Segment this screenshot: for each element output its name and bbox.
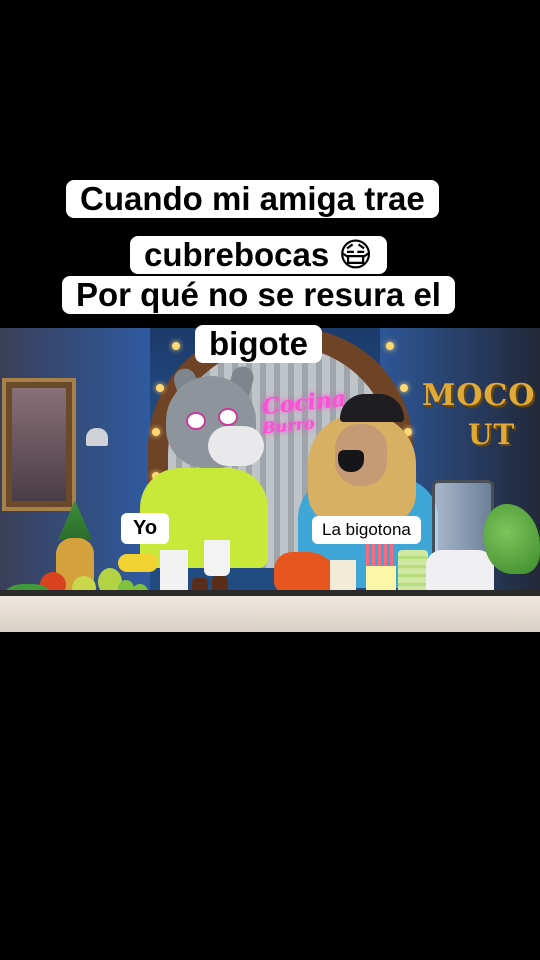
chef-hat (340, 394, 404, 422)
marquee-bulb (152, 428, 160, 436)
caption-line-4: bigote (195, 325, 322, 363)
wall-painting (2, 378, 76, 511)
marquee-bulb (156, 384, 164, 392)
kitchen-counter (0, 596, 540, 632)
mascot-eye (218, 408, 238, 426)
caption-line-3: Por qué no se resura el (62, 276, 455, 314)
marquee-bulb (400, 384, 408, 392)
face-mask (338, 450, 364, 472)
caption-line-2: cubrebocas 😷 (130, 236, 387, 274)
marquee-bulb (386, 342, 394, 350)
label-la-bigotona: La bigotona (312, 516, 421, 544)
mascot-muzzle (208, 426, 264, 466)
caption-line-1: Cuando mi amiga trae (66, 180, 439, 218)
wall-sign-second-line: UT (468, 418, 516, 451)
mascot-eye (186, 412, 206, 430)
cup (204, 540, 230, 576)
desk-lamp (86, 428, 108, 446)
banana (118, 554, 158, 572)
video-frame: Cocina Burro MOCO UT (0, 328, 540, 632)
wall-sign: MOCO (422, 378, 536, 413)
label-yo: Yo (121, 513, 170, 544)
marquee-bulb (172, 342, 180, 350)
